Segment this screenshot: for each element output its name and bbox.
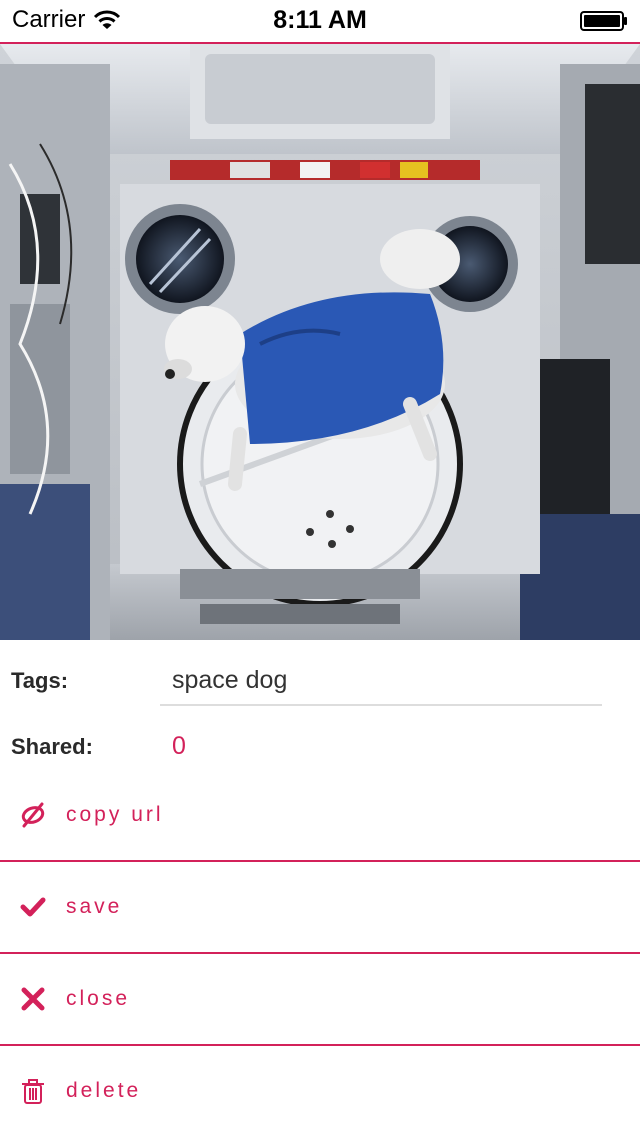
save-label: save [66, 895, 123, 918]
battery-icon [580, 11, 627, 31]
save-button[interactable]: save [0, 862, 640, 954]
close-icon [19, 985, 47, 1013]
link-icon [19, 801, 47, 829]
copy-url-label: copy url [66, 803, 164, 826]
checkmark-icon [19, 893, 47, 921]
shared-label: Shared: [11, 734, 93, 759]
tags-input[interactable] [160, 656, 602, 706]
status-time: 8:11 AM [273, 6, 367, 34]
photo-space-station-dog [0, 44, 640, 640]
gif-preview-image [0, 44, 640, 640]
copy-url-button[interactable]: copy url [0, 770, 640, 862]
status-bar: Carrier 8:11 AM [0, 0, 640, 44]
delete-button[interactable]: delete [0, 1046, 640, 1136]
close-button[interactable]: close [0, 954, 640, 1046]
close-label: close [66, 987, 131, 1010]
trash-icon [19, 1077, 47, 1105]
delete-label: delete [66, 1079, 142, 1102]
tags-label: Tags: [11, 668, 69, 693]
shared-count: 0 [172, 732, 186, 760]
screen: Carrier 8:11 AM Tags: space dog Shared: … [0, 0, 640, 1136]
